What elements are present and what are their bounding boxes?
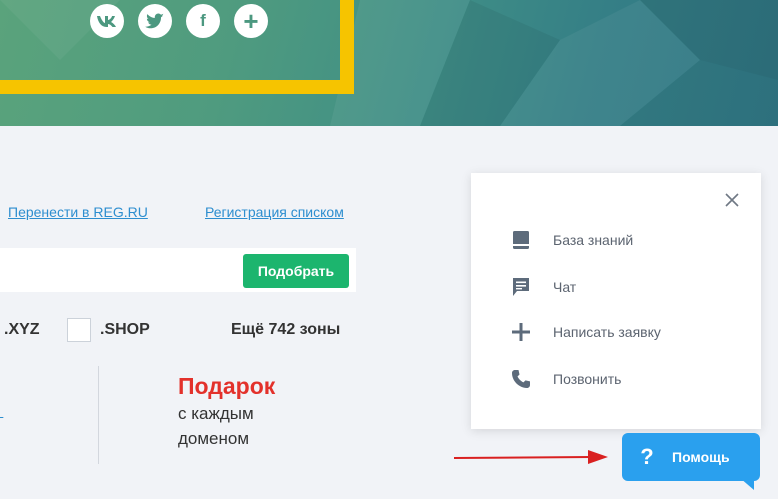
help-panel: База знаний Чат Написать заявку Позвонит… (471, 173, 761, 429)
help-button-label: Помощь (672, 449, 730, 465)
help-item-label: Чат (553, 279, 577, 295)
twitter-icon[interactable] (138, 4, 172, 38)
close-icon[interactable] (722, 191, 742, 211)
partial-link[interactable] (0, 405, 3, 419)
vk-icon[interactable] (90, 4, 124, 38)
help-item-call[interactable]: Позвонить (509, 367, 621, 391)
zone-xyz[interactable]: .XYZ (4, 321, 40, 339)
promo-line-1: с каждым (178, 404, 254, 423)
more-zones-link[interactable]: Ещё 742 зоны (231, 321, 340, 339)
bulk-registration-link[interactable]: Регистрация списком (205, 204, 344, 220)
help-item-knowledge-base[interactable]: База знаний (509, 228, 633, 252)
plus-icon (509, 320, 533, 344)
question-icon: ? (640, 444, 654, 469)
phone-icon (509, 367, 533, 391)
divider (98, 366, 99, 464)
facebook-icon[interactable]: f (186, 4, 220, 38)
help-button-tail (740, 478, 754, 490)
social-icons: f + (90, 4, 268, 38)
chat-icon (509, 275, 533, 299)
help-item-label: База знаний (553, 232, 634, 248)
zone-shop[interactable]: .SHOP (100, 321, 150, 339)
pick-domain-button[interactable]: Подобрать (243, 254, 349, 288)
help-item-label: Написать заявку (553, 324, 661, 340)
promo-title: Подарок (178, 373, 276, 399)
help-item-request[interactable]: Написать заявку (509, 320, 661, 344)
help-item-chat[interactable]: Чат (509, 275, 576, 299)
promo-line-2: доменом (178, 429, 250, 448)
zone-shop-checkbox[interactable] (67, 318, 91, 342)
help-item-label: Позвонить (553, 371, 622, 387)
book-icon (509, 228, 533, 252)
red-arrow (453, 450, 608, 464)
share-plus-icon[interactable]: + (234, 4, 268, 38)
help-button[interactable]: ? Помощь (622, 433, 760, 481)
transfer-link[interactable]: Перенести в REG.RU (8, 204, 148, 220)
hero-banner: f + (0, 0, 778, 126)
